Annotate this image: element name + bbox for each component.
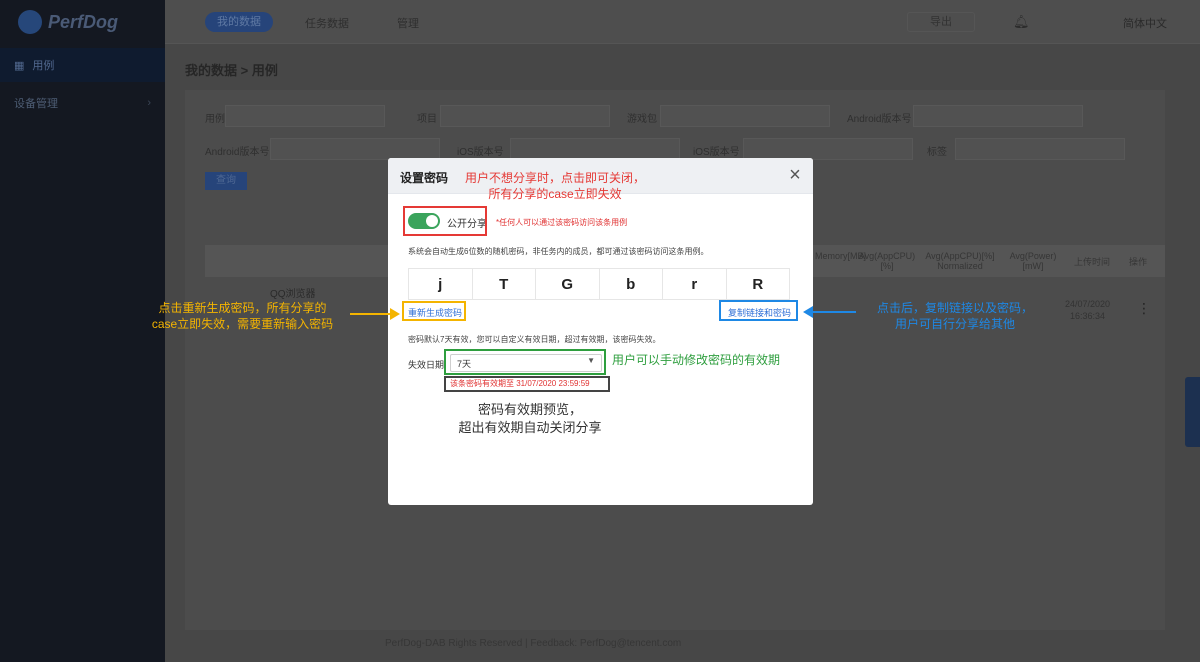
close-icon[interactable]: × <box>785 165 805 185</box>
yellow-arrow-head-icon <box>390 308 400 320</box>
column-header: Avg(Power)[mW] <box>1009 251 1057 271</box>
nav-my-data[interactable]: 我的数据 <box>205 12 273 32</box>
blue-arrow <box>812 311 856 313</box>
filter-label: Android版本号 <box>205 147 270 158</box>
annotation-line: case立即失效，需要重新输入密码 <box>151 317 334 331</box>
preview-annotation: 密码有效期预览， 超出有效期自动关闭分享 <box>430 401 630 437</box>
footer-text: PerfDog-DAB Rights Reserved | Feedback: … <box>385 638 682 649</box>
column-header: 操作 <box>1128 257 1147 267</box>
top-bar: 我的数据 任务数据 管理 导出 🔔︎ 简体中文 <box>165 0 1200 44</box>
yellow-arrow <box>350 313 394 315</box>
feedback-side-tab[interactable] <box>1185 377 1200 447</box>
copy-annotation: 点击后，复制链接以及密码， 用户可自行分享给其他 <box>860 300 1050 332</box>
package-filter-select[interactable] <box>660 105 830 127</box>
column-header: 上传时间 <box>1073 257 1110 267</box>
breadcrumb: 我的数据 > 用例 <box>185 63 278 78</box>
filter-label: 用例 <box>205 114 225 125</box>
language-select[interactable]: 简体中文 <box>1123 15 1167 31</box>
toggle-highlight-box <box>403 206 487 236</box>
filter-label: 项目 <box>417 114 437 125</box>
nav-task-data[interactable]: 任务数据 <box>305 15 349 31</box>
filter-label: 游戏包 <box>627 114 657 125</box>
dialog-title: 设置密码 <box>400 171 449 185</box>
case-filter-input[interactable] <box>225 105 385 127</box>
nav-manage[interactable]: 管理 <box>397 15 419 31</box>
password-char: T <box>473 269 536 299</box>
annotation-line: 用户可自行分享给其他 <box>894 317 1015 331</box>
export-button[interactable]: 导出 <box>907 12 975 32</box>
sidebar-item-cases[interactable]: ▦ 用例 <box>0 48 165 82</box>
annotation-line: 超出有效期自动关闭分享 <box>458 420 602 435</box>
annotation-line: 用户不想分享时，点击即可关闭， <box>464 171 645 185</box>
android-version-filter-select[interactable] <box>913 105 1083 127</box>
filter-label: Android版本号 <box>847 114 912 125</box>
password-display: j T G b r R <box>408 268 790 300</box>
password-char: j <box>409 269 473 299</box>
sidebar-item-label: 设备管理 <box>14 98 58 110</box>
expiry-highlight-box <box>444 349 606 375</box>
column-header: Avg(AppCPU)[%] Normalized <box>925 251 995 271</box>
password-char: r <box>663 269 727 299</box>
share-hint: *任何人可以通过该密码访问该条用例 <box>496 218 628 227</box>
filter-label: iOS版本号 <box>693 147 740 158</box>
android-version2-filter-select[interactable] <box>270 138 440 160</box>
expiry-label: 失效日期 <box>408 360 445 370</box>
upload-clock: 16:36:34 <box>1070 311 1106 321</box>
sidebar-item-label: 用例 <box>32 60 55 72</box>
password-description: 系统会自动生成6位数的随机密码，非任务内的成员，都可通过该密码访问这条用例。 <box>408 247 709 256</box>
password-char: G <box>536 269 600 299</box>
brand-logo: PerfDog <box>18 10 118 34</box>
project-filter-select[interactable] <box>440 105 610 127</box>
upload-time: 24/07/2020 16:36:34 <box>1065 298 1110 322</box>
grid-icon: ▦ <box>14 59 25 72</box>
filter-label: 标签 <box>927 147 947 158</box>
chevron-right-icon: › <box>147 97 151 109</box>
regenerate-annotation: 点击重新生成密码，所有分享的 case立即失效，需要重新输入密码 <box>135 300 350 332</box>
filter-label: iOS版本号 <box>457 147 504 158</box>
toggle-annotation: 用户不想分享时，点击即可关闭， 所有分享的case立即失效 <box>450 170 660 202</box>
copy-highlight-box <box>719 300 798 321</box>
column-header: Avg(AppCPU)[%] <box>858 251 916 271</box>
regenerate-highlight-box <box>402 301 466 321</box>
bell-icon[interactable]: 🔔︎ <box>1013 14 1030 30</box>
upload-date: 24/07/2020 <box>1065 299 1111 309</box>
preview-highlight-box <box>444 376 610 392</box>
ios-version2-filter-select[interactable] <box>743 138 913 160</box>
tag-filter-select[interactable] <box>955 138 1125 160</box>
password-char: R <box>752 275 764 293</box>
annotation-line: 密码有效期预览， <box>477 402 582 417</box>
blue-arrow-head-icon <box>803 306 813 318</box>
password-char: b <box>600 269 663 299</box>
annotation-line: 所有分享的case立即失效 <box>488 187 622 201</box>
ios-version-filter-select[interactable] <box>510 138 680 160</box>
query-button[interactable]: 查询 <box>205 172 247 190</box>
case-name[interactable]: QQ浏览器 <box>270 285 316 300</box>
validity-description: 密码默认7天有效，您可以自定义有效日期，超过有效期，该密码失效。 <box>408 335 661 344</box>
expiry-annotation: 用户可以手动修改密码的有效期 <box>612 353 781 367</box>
annotation-line: 点击重新生成密码，所有分享的 <box>158 301 327 315</box>
more-actions-icon[interactable]: ⋮ <box>1137 300 1151 317</box>
sidebar-item-devices[interactable]: 设备管理 › <box>0 86 165 120</box>
perfdog-logo-icon <box>18 10 42 34</box>
brand-name: PerfDog <box>48 11 119 32</box>
column-header: Memory[MB] <box>815 251 867 261</box>
annotation-line: 点击后，复制链接以及密码， <box>876 301 1033 315</box>
